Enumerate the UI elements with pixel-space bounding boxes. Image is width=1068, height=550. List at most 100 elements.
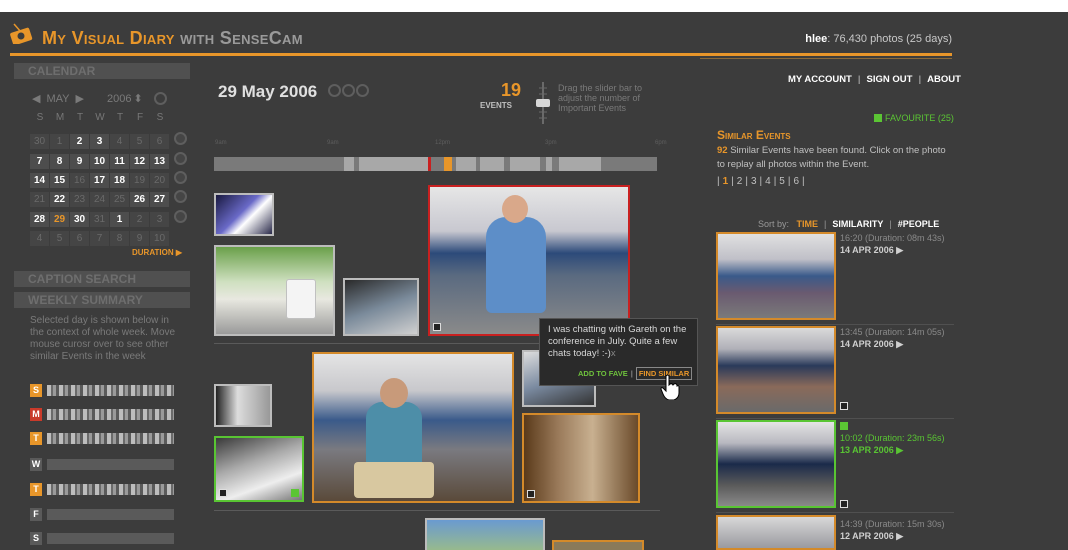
weekday-timeline-bar[interactable] — [47, 484, 174, 495]
close-caption-icon[interactable]: x — [611, 348, 616, 359]
calendar-day[interactable]: 28 — [30, 212, 49, 227]
similar-event-item[interactable]: 16:20 (Duration: 08m 43s) 14 APR 2006 ▶ — [716, 232, 954, 325]
page-link[interactable]: 2 — [737, 176, 743, 187]
calendar-day[interactable]: 9 — [70, 154, 89, 169]
calendar-day[interactable]: 21 — [30, 192, 49, 207]
calendar-heading[interactable]: CALENDAR — [14, 63, 190, 79]
calendar-day[interactable]: 31 — [90, 212, 109, 227]
next-month-button[interactable]: ▶ — [76, 93, 84, 105]
week-go-icon[interactable] — [174, 210, 187, 223]
caption-icon[interactable] — [433, 323, 441, 331]
event-photo[interactable] — [552, 540, 644, 550]
calendar-day[interactable]: 3 — [150, 212, 169, 227]
week-go-icon[interactable] — [174, 132, 187, 145]
similar-event-thumbnail[interactable] — [716, 420, 836, 508]
caption-icon[interactable] — [219, 489, 227, 497]
similar-event-thumbnail[interactable] — [716, 326, 836, 414]
about-link[interactable]: ABOUT — [927, 74, 961, 85]
calendar-day[interactable]: 25 — [110, 192, 129, 207]
calendar-day[interactable]: 6 — [70, 231, 89, 246]
calendar-day[interactable]: 10 — [90, 154, 109, 169]
sign-out-link[interactable]: SIGN OUT — [867, 74, 913, 85]
similar-event-item[interactable]: 14:39 (Duration: 15m 30s) 12 APR 2006 ▶ — [716, 515, 954, 550]
calendar-day[interactable]: 4 — [110, 134, 129, 149]
today-icon[interactable] — [342, 84, 355, 97]
event-date-link[interactable]: 14 APR 2006 ▶ — [840, 339, 903, 349]
calendar-day[interactable]: 13 — [150, 154, 169, 169]
prev-month-button[interactable]: ◀ — [32, 93, 40, 105]
caption-search-heading[interactable]: CAPTION SEARCH — [14, 271, 190, 287]
calendar-day[interactable]: 17 — [90, 173, 109, 188]
calendar-day[interactable]: 2 — [70, 134, 89, 149]
caption-icon[interactable] — [840, 500, 848, 508]
event-photo[interactable] — [312, 352, 514, 503]
event-photo[interactable] — [522, 413, 640, 503]
calendar-day[interactable]: 1 — [110, 212, 129, 227]
sort-similarity-button[interactable]: SIMILARITY — [832, 219, 883, 229]
sort-time-button[interactable]: TIME — [797, 219, 819, 229]
event-photo[interactable] — [214, 384, 272, 427]
calendar-day[interactable]: 26 — [130, 192, 149, 207]
calendar-day[interactable]: 22 — [50, 192, 69, 207]
page-link[interactable]: 5 — [779, 176, 785, 187]
event-date-link[interactable]: 14 APR 2006 ▶ — [840, 245, 903, 255]
calendar-day[interactable]: 10 — [150, 231, 169, 246]
calendar-day[interactable]: 27 — [150, 192, 169, 207]
calendar-day[interactable]: 1 — [50, 134, 69, 149]
calendar-day[interactable]: 4 — [30, 231, 49, 246]
week-go-icon[interactable] — [174, 152, 187, 165]
calendar-day[interactable]: 5 — [50, 231, 69, 246]
event-photo[interactable] — [343, 278, 419, 336]
calendar-day[interactable]: 24 — [90, 192, 109, 207]
weekday-timeline-bar[interactable] — [47, 433, 174, 444]
calendar-day[interactable]: 7 — [30, 154, 49, 169]
weekly-summary-day[interactable]: T — [30, 483, 174, 496]
event-photo[interactable] — [214, 245, 335, 336]
calendar-go-icon[interactable] — [153, 92, 167, 105]
weekday-timeline-bar[interactable] — [47, 385, 174, 396]
similar-event-thumbnail[interactable] — [716, 515, 836, 550]
calendar-day[interactable]: 8 — [110, 231, 129, 246]
add-to-fave-button[interactable]: ADD TO FAVE — [578, 369, 628, 378]
event-date-link[interactable]: 13 APR 2006 ▶ — [840, 445, 903, 455]
calendar-day[interactable]: 19 — [130, 173, 149, 188]
calendar-day[interactable]: 12 — [130, 154, 149, 169]
calendar-day[interactable]: 14 — [30, 173, 49, 188]
day-timeline[interactable] — [214, 157, 657, 171]
caption-icon[interactable] — [840, 402, 848, 410]
weekly-summary-day[interactable]: W — [30, 458, 174, 471]
my-account-link[interactable]: MY ACCOUNT — [788, 74, 852, 85]
weekly-summary-day[interactable]: S — [30, 384, 174, 397]
weekly-summary-heading[interactable]: WEEKLY SUMMARY — [14, 292, 190, 308]
calendar-day[interactable]: 9 — [130, 231, 149, 246]
timeline-event-selected[interactable] — [428, 157, 431, 171]
calendar-day[interactable]: 30 — [30, 134, 49, 149]
sort-people-button[interactable]: #PEOPLE — [898, 219, 940, 229]
duration-link[interactable]: DURATION ▶ — [132, 248, 182, 257]
calendar-day[interactable]: 2 — [130, 212, 149, 227]
next-day-icon[interactable] — [356, 84, 369, 97]
weekly-summary-day[interactable]: F — [30, 508, 174, 521]
timeline-event[interactable] — [510, 157, 540, 171]
similar-event-thumbnail[interactable] — [716, 232, 836, 320]
calendar-day[interactable]: 3 — [90, 134, 109, 149]
timeline-event[interactable] — [344, 157, 354, 171]
page-link[interactable]: 6 — [793, 176, 799, 187]
similar-event-item[interactable]: 10:02 (Duration: 23m 56s) 13 APR 2006 ▶ — [716, 420, 954, 513]
calendar-day[interactable]: 5 — [130, 134, 149, 149]
page-link[interactable]: 3 — [751, 176, 757, 187]
week-go-icon[interactable] — [174, 190, 187, 203]
calendar-day[interactable]: 29 — [50, 212, 69, 227]
favourite-icon[interactable] — [840, 422, 848, 430]
timeline-event-active[interactable] — [444, 157, 452, 171]
event-count-slider[interactable] — [536, 82, 550, 124]
event-photo[interactable] — [425, 518, 545, 550]
event-date-link[interactable]: 12 APR 2006 ▶ — [840, 531, 903, 541]
page-link[interactable]: 4 — [765, 176, 771, 187]
timeline-event[interactable] — [559, 157, 601, 171]
calendar-day[interactable]: 23 — [70, 192, 89, 207]
event-photo-selected[interactable] — [428, 185, 630, 336]
calendar-day[interactable]: 11 — [110, 154, 129, 169]
favourite-link[interactable]: FAVOURITE (25) — [874, 113, 954, 123]
calendar-day[interactable]: 18 — [110, 173, 129, 188]
